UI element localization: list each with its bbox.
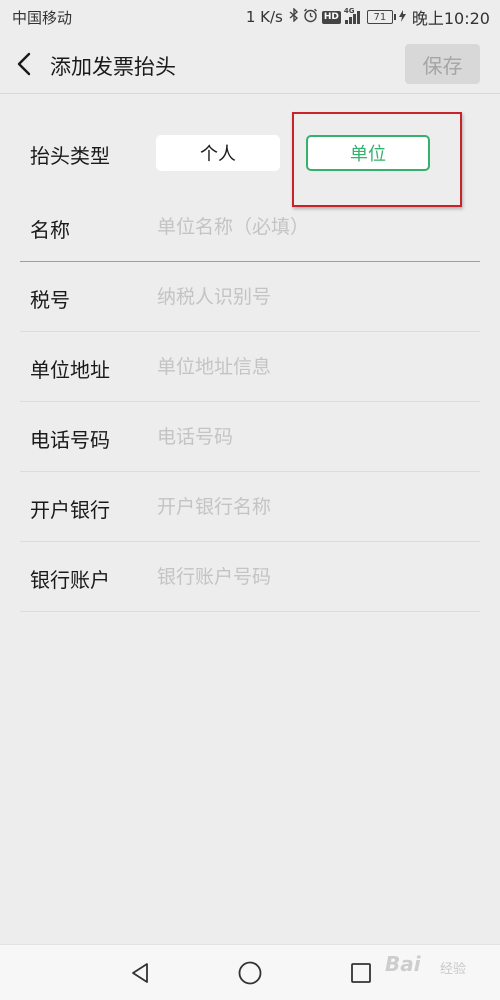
field-label-bank: 开户银行 bbox=[30, 498, 110, 522]
field-label-phone: 电话号码 bbox=[30, 428, 110, 452]
field-row-tax-id: 税号 bbox=[20, 262, 480, 332]
network-speed: 1 K/s bbox=[245, 8, 283, 26]
field-label-tax-id: 税号 bbox=[30, 288, 70, 312]
nav-recent-icon bbox=[351, 963, 371, 983]
clock: 晚上10:20 bbox=[411, 9, 490, 28]
address-input[interactable] bbox=[157, 350, 477, 384]
charging-icon bbox=[398, 9, 406, 25]
nav-back-button[interactable] bbox=[124, 957, 156, 989]
bluetooth-icon bbox=[289, 7, 299, 26]
save-button[interactable]: 保存 bbox=[405, 44, 480, 84]
hd-indicator: HD bbox=[321, 10, 341, 24]
carrier-name: 中国移动 bbox=[12, 8, 73, 27]
battery-level: 71 bbox=[373, 11, 387, 23]
title-type-label: 抬头类型 bbox=[30, 144, 110, 168]
nav-recent-button[interactable] bbox=[345, 957, 377, 989]
field-label-account: 银行账户 bbox=[30, 568, 110, 592]
bank-name-input[interactable] bbox=[157, 490, 477, 524]
field-row-address: 单位地址 bbox=[20, 332, 480, 402]
system-nav-bar bbox=[0, 944, 500, 1000]
status-indicators: 1 K/s HD 4G 71 晚上10:20 bbox=[246, 5, 490, 29]
phone-input[interactable] bbox=[157, 420, 477, 454]
field-row-bank: 开户银行 bbox=[20, 472, 480, 542]
nav-home-icon bbox=[238, 961, 262, 985]
tax-id-input[interactable] bbox=[157, 280, 477, 314]
back-button[interactable] bbox=[10, 50, 38, 78]
battery-icon: 71 bbox=[366, 10, 396, 24]
back-arrow-icon bbox=[17, 52, 31, 76]
signal-icon: 4G bbox=[344, 7, 360, 24]
page-title: 添加发票抬头 bbox=[50, 55, 176, 79]
name-input[interactable] bbox=[157, 210, 477, 244]
nav-home-button[interactable] bbox=[234, 957, 266, 989]
nav-back-icon bbox=[132, 963, 148, 983]
watermark-sub: 经验 bbox=[440, 962, 467, 977]
field-row-phone: 电话号码 bbox=[20, 402, 480, 472]
field-row-account: 银行账户 bbox=[20, 542, 480, 612]
status-bar: 中国移动 1 K/s HD 4G 71 晚上10:20 bbox=[0, 0, 500, 34]
alarm-icon bbox=[303, 8, 318, 27]
type-personal-button[interactable]: 个人 bbox=[156, 135, 280, 171]
field-label-name: 名称 bbox=[30, 218, 70, 242]
bank-account-input[interactable] bbox=[157, 560, 477, 594]
field-label-address: 单位地址 bbox=[30, 358, 110, 382]
field-row-name: 名称 bbox=[20, 192, 480, 262]
nav-bar: 添加发票抬头 保存 bbox=[0, 34, 500, 94]
watermark: Bai bbox=[385, 952, 421, 976]
network-type: 4G bbox=[343, 6, 355, 15]
